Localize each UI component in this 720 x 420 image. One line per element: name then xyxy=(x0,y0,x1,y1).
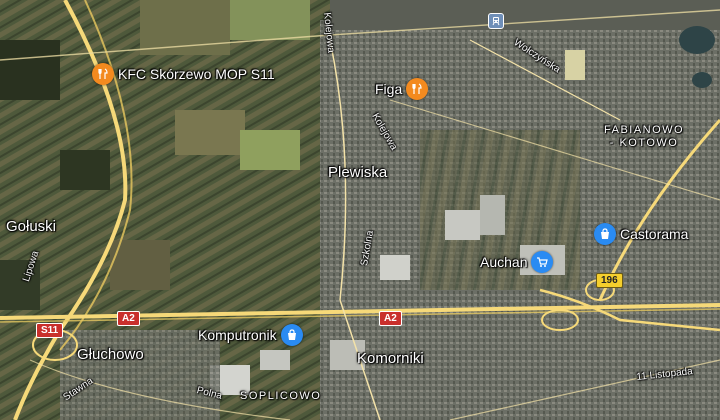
poi-label: Komputronik xyxy=(198,327,277,343)
poi-figa[interactable]: Figa xyxy=(375,78,429,100)
route-shield-a2-east: A2 xyxy=(379,311,402,326)
poi-label: KFC Skórzewo MOP S11 xyxy=(118,66,275,82)
poi-label: Auchan xyxy=(480,254,528,270)
poi-kfc-skorzewo[interactable]: KFC Skórzewo MOP S11 xyxy=(92,63,275,85)
district-fabianowo-line2: - KOTOWO xyxy=(609,137,679,149)
poi-label: Castorama xyxy=(620,226,689,242)
shopping-bag-icon xyxy=(280,324,303,346)
poi-komputronik[interactable]: Komputronik xyxy=(198,324,303,346)
district-fabianowo-line1: FABIANOWO xyxy=(604,124,685,136)
restaurant-icon xyxy=(92,63,114,85)
route-shield-s11: S11 xyxy=(36,323,64,338)
place-goluski: Gołuski xyxy=(6,218,57,235)
train-icon[interactable] xyxy=(488,13,504,29)
route-shield-196: 196 xyxy=(596,273,623,288)
poi-castorama[interactable]: Castorama xyxy=(594,223,688,245)
shopping-bag-icon xyxy=(594,223,616,245)
restaurant-icon xyxy=(406,78,429,100)
district-soplicowo: SOPLICOWO xyxy=(240,390,322,402)
poi-label: Figa xyxy=(375,81,403,97)
route-shield-a2-west: A2 xyxy=(117,311,140,326)
place-plewiska: Plewiska xyxy=(328,164,388,181)
place-komorniki: Komorniki xyxy=(357,350,424,367)
district-fabianowo: FABIANOWO - KOTOWO xyxy=(604,125,684,149)
poi-auchan[interactable]: Auchan xyxy=(480,251,554,273)
shopping-cart-icon xyxy=(531,251,554,273)
satellite-map[interactable]: Plewiska Gołuski Głuchowo Komorniki SOPL… xyxy=(0,0,720,420)
place-gluchowo: Głuchowo xyxy=(77,346,144,363)
